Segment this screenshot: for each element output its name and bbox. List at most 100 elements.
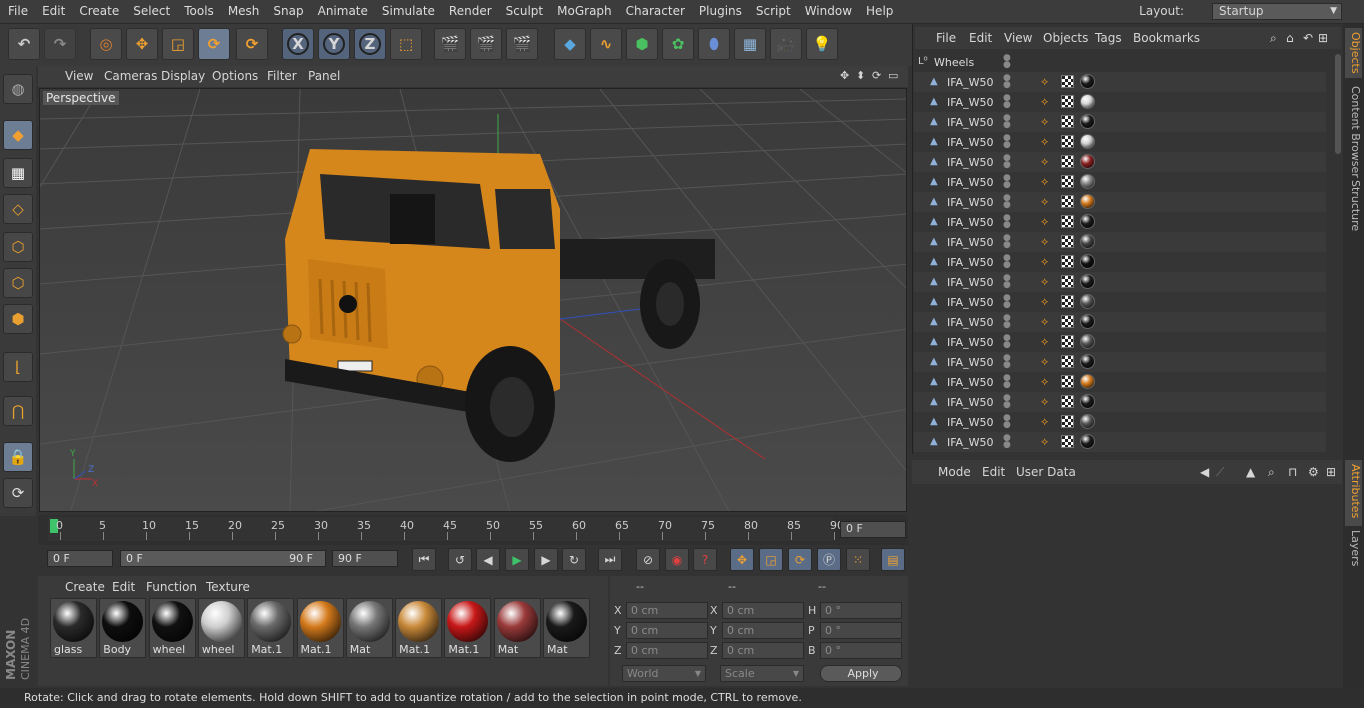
planar-workplane-button[interactable]: ⟳ bbox=[3, 478, 33, 508]
object-row[interactable]: ▲ IFA_W50 ● ● ⟡ bbox=[914, 392, 1326, 412]
material-tag-icon[interactable] bbox=[1080, 434, 1095, 449]
material-swatch[interactable]: wheel bbox=[197, 598, 245, 658]
scale-tool-button[interactable]: ◲ bbox=[162, 28, 194, 60]
material-menu-create[interactable]: Create bbox=[65, 580, 105, 594]
phong-tag-icon[interactable]: ⟡ bbox=[1041, 75, 1054, 88]
menu-animate[interactable]: Animate bbox=[318, 0, 368, 18]
new-window-icon[interactable]: ⊞ bbox=[1318, 31, 1328, 45]
viewport-menu-filter[interactable]: Filter bbox=[267, 69, 297, 83]
add-floor-button[interactable]: ▦ bbox=[734, 28, 766, 60]
phong-tag-icon[interactable]: ⟡ bbox=[1041, 215, 1054, 228]
visibility-dots[interactable]: ● ● bbox=[1003, 194, 1011, 210]
uvw-tag-icon[interactable] bbox=[1061, 155, 1074, 168]
object-menu-file[interactable]: File bbox=[936, 31, 956, 45]
back-arrow-icon[interactable]: ◀ bbox=[1200, 465, 1209, 479]
add-array-button[interactable]: ✿ bbox=[662, 28, 694, 60]
3d-viewport[interactable]: Perspective Y X Z bbox=[39, 88, 907, 512]
play-button[interactable]: ▶ bbox=[505, 548, 529, 571]
object-menu-objects[interactable]: Objects bbox=[1043, 31, 1088, 45]
object-scrollbar[interactable] bbox=[1335, 54, 1341, 154]
uvw-tag-icon[interactable] bbox=[1061, 235, 1074, 248]
object-root-row[interactable]: L⁰ Wheels ● ● bbox=[914, 52, 1326, 72]
previous-frame-button[interactable]: ◀ bbox=[476, 548, 500, 571]
object-row[interactable]: ▲ IFA_W50 ● ● ⟡ bbox=[914, 332, 1326, 352]
model-mode-button[interactable]: ◆ bbox=[3, 120, 33, 150]
add-camera-button[interactable]: 🎥 bbox=[770, 28, 802, 60]
material-tag-icon[interactable] bbox=[1080, 314, 1095, 329]
settings-icon[interactable]: ⚙ bbox=[1308, 465, 1319, 479]
visibility-dots[interactable]: ● ● bbox=[1003, 74, 1011, 90]
keyframe-selection-button[interactable]: ? bbox=[693, 548, 717, 571]
material-tag-icon[interactable] bbox=[1080, 214, 1095, 229]
phong-tag-icon[interactable]: ⟡ bbox=[1041, 195, 1054, 208]
material-tag-icon[interactable] bbox=[1080, 374, 1095, 389]
material-swatch[interactable]: Mat.1 bbox=[247, 598, 295, 658]
snapping-button[interactable]: ⋂ bbox=[3, 396, 33, 426]
object-row[interactable]: ▲ IFA_W50 ● ● ⟡ bbox=[914, 292, 1326, 312]
material-swatch[interactable]: wheel bbox=[148, 598, 196, 658]
polygons-mode-button[interactable]: ⬢ bbox=[3, 304, 33, 334]
frame-range-slider[interactable]: 0 F 90 F bbox=[120, 550, 326, 567]
uvw-tag-icon[interactable] bbox=[1061, 335, 1074, 348]
y-axis-button[interactable]: Y bbox=[318, 28, 350, 60]
navigate-back-icon[interactable]: ↶ bbox=[1303, 31, 1313, 45]
material-swatch[interactable]: Mat bbox=[543, 598, 590, 658]
phong-tag-icon[interactable]: ⟡ bbox=[1041, 375, 1054, 388]
key-position-button[interactable]: ✥ bbox=[730, 548, 754, 571]
visibility-dots[interactable]: ● ● bbox=[1003, 254, 1011, 270]
timeline-window-button[interactable]: ▤ bbox=[881, 548, 905, 571]
material-tag-icon[interactable] bbox=[1080, 254, 1095, 269]
material-swatch[interactable]: glass bbox=[50, 598, 97, 658]
uvw-tag-icon[interactable] bbox=[1061, 195, 1074, 208]
visibility-dots[interactable]: ● ● bbox=[1003, 314, 1011, 330]
material-swatch[interactable]: Mat.1 bbox=[444, 598, 492, 658]
material-tag-icon[interactable] bbox=[1080, 94, 1095, 109]
phong-tag-icon[interactable]: ⟡ bbox=[1041, 275, 1054, 288]
material-swatch[interactable]: Mat.1 bbox=[296, 598, 344, 658]
attribute-menu-mode[interactable]: Mode bbox=[938, 465, 971, 479]
object-row[interactable]: ▲ IFA_W50 ● ● ⟡ bbox=[914, 312, 1326, 332]
key-pla-button[interactable]: ⁙ bbox=[846, 548, 870, 571]
coord-value-field[interactable]: 0 cm bbox=[626, 602, 708, 619]
menu-tools[interactable]: Tools bbox=[184, 0, 214, 18]
uvw-tag-icon[interactable] bbox=[1061, 295, 1074, 308]
search-icon[interactable]: ⌕ bbox=[1268, 465, 1275, 480]
viewport-menu-options[interactable]: Options bbox=[212, 69, 258, 83]
visibility-dots[interactable]: ● ● bbox=[1003, 274, 1011, 290]
visibility-dots[interactable]: ● ● bbox=[1003, 334, 1011, 350]
uvw-tag-icon[interactable] bbox=[1061, 115, 1074, 128]
timeline-ruler[interactable]: 0 5 10 15 20 25 30 35 40 45 50 55 60 65 70 75 80 85 90 bbox=[48, 517, 844, 541]
menu-help[interactable]: Help bbox=[866, 0, 893, 18]
phong-tag-icon[interactable]: ⟡ bbox=[1041, 315, 1054, 328]
current-frame-field[interactable]: 0 F bbox=[840, 521, 906, 538]
menu-file[interactable]: File bbox=[8, 0, 28, 18]
coord-value-field[interactable]: 0 ° bbox=[820, 642, 902, 659]
recent-tool-button[interactable]: ⟳ bbox=[236, 28, 268, 60]
object-row[interactable]: ▲ IFA_W50 ● ● ⟡ bbox=[914, 212, 1326, 232]
coord-value-field[interactable]: 0 cm bbox=[722, 642, 804, 659]
visibility-dots[interactable]: ● ● bbox=[1003, 214, 1011, 230]
render-view-button[interactable]: 🎬 bbox=[434, 28, 466, 60]
material-tag-icon[interactable] bbox=[1080, 294, 1095, 309]
phong-tag-icon[interactable]: ⟡ bbox=[1041, 155, 1054, 168]
phong-tag-icon[interactable]: ⟡ bbox=[1041, 335, 1054, 348]
material-tag-icon[interactable] bbox=[1080, 414, 1095, 429]
key-scale-button[interactable]: ◲ bbox=[759, 548, 783, 571]
object-row[interactable]: ▲ IFA_W50 ● ● ⟡ bbox=[914, 112, 1326, 132]
axis-mode-button[interactable]: ⌊ bbox=[3, 352, 33, 382]
uvw-tag-icon[interactable] bbox=[1061, 395, 1074, 408]
phong-tag-icon[interactable]: ⟡ bbox=[1041, 175, 1054, 188]
coord-value-field[interactable]: 0 cm bbox=[626, 622, 708, 639]
object-row[interactable]: ▲ IFA_W50 ● ● ⟡ bbox=[914, 352, 1326, 372]
size-mode-select[interactable]: Scale ▼ bbox=[720, 665, 804, 682]
uvw-tag-icon[interactable] bbox=[1061, 75, 1074, 88]
visibility-dots[interactable]: ● ● bbox=[1003, 234, 1011, 250]
layout-select[interactable]: Startup ▼ bbox=[1212, 3, 1342, 20]
phong-tag-icon[interactable]: ⟡ bbox=[1041, 135, 1054, 148]
move-tool-button[interactable]: ✥ bbox=[126, 28, 158, 60]
menu-create[interactable]: Create bbox=[79, 0, 119, 18]
record-keys-button[interactable]: ⊘ bbox=[636, 548, 660, 571]
object-row[interactable]: ▲ IFA_W50 ● ● ⟡ bbox=[914, 192, 1326, 212]
visibility-dots[interactable]: ● ● bbox=[1003, 94, 1011, 110]
add-light-button[interactable]: 💡 bbox=[806, 28, 838, 60]
